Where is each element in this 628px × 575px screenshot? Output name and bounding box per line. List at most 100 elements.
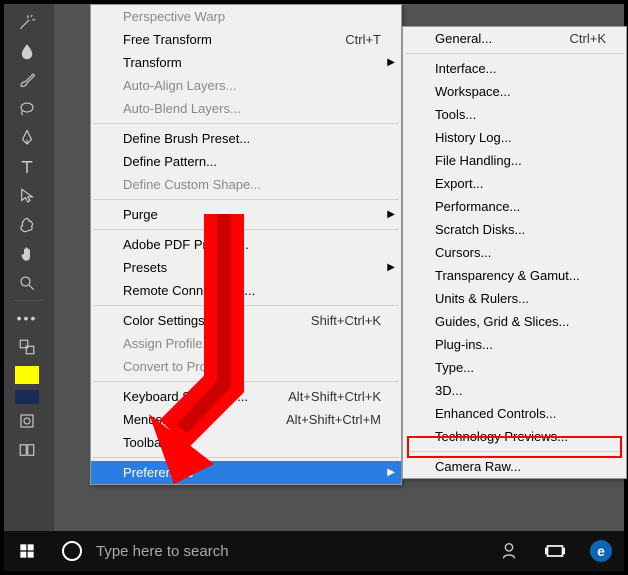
menu-item-workspace[interactable]: Workspace... bbox=[403, 80, 626, 103]
menu-label: Transparency & Gamut... bbox=[435, 268, 580, 283]
menu-separator bbox=[93, 199, 399, 200]
menu-label: Purge bbox=[123, 207, 158, 222]
menu-item-history-log[interactable]: History Log... bbox=[403, 126, 626, 149]
windows-taskbar: Type here to search e bbox=[4, 531, 624, 571]
ellipsis-icon[interactable]: ••• bbox=[14, 305, 40, 331]
blur-tool-icon[interactable] bbox=[14, 38, 40, 64]
zoom-tool-icon[interactable] bbox=[14, 270, 40, 296]
toolbar-separator bbox=[14, 300, 44, 301]
edit-menu: Perspective Warp Free TransformCtrl+T Tr… bbox=[90, 4, 402, 485]
menu-shortcut: Shift+Ctrl+K bbox=[311, 313, 381, 328]
menu-label: Plug-ins... bbox=[435, 337, 493, 352]
menu-label: 3D... bbox=[435, 383, 462, 398]
lasso-tool-icon[interactable] bbox=[14, 96, 40, 122]
path-select-tool-icon[interactable] bbox=[14, 183, 40, 209]
menu-item-define-pattern[interactable]: Define Pattern... bbox=[91, 150, 401, 173]
quickmask-icon[interactable] bbox=[14, 408, 40, 434]
menu-label: Enhanced Controls... bbox=[435, 406, 556, 421]
menu-item-convert-profile[interactable]: Convert to Profile... bbox=[91, 355, 401, 378]
menu-item-cursors[interactable]: Cursors... bbox=[403, 241, 626, 264]
menu-label: Technology Previews... bbox=[435, 429, 568, 444]
menu-label: Export... bbox=[435, 176, 483, 191]
menu-item-technology-previews[interactable]: Technology Previews... bbox=[403, 425, 626, 448]
menu-item-scratch-disks[interactable]: Scratch Disks... bbox=[403, 218, 626, 241]
menu-shortcut: Alt+Shift+Ctrl+K bbox=[288, 389, 381, 404]
menu-label: Convert to Profile... bbox=[123, 359, 234, 374]
taskbar-search[interactable]: Type here to search bbox=[50, 531, 400, 571]
text-tool-icon[interactable] bbox=[14, 154, 40, 180]
menu-item-define-shape[interactable]: Define Custom Shape... bbox=[91, 173, 401, 196]
menu-label: Perspective Warp bbox=[123, 9, 225, 24]
menu-item-general[interactable]: General...Ctrl+K bbox=[403, 27, 626, 50]
menu-item-remote-connections[interactable]: Remote Connections... bbox=[91, 279, 401, 302]
menu-label: Guides, Grid & Slices... bbox=[435, 314, 569, 329]
submenu-arrow-icon: ▶ bbox=[387, 57, 395, 68]
search-placeholder: Type here to search bbox=[96, 543, 229, 560]
menu-label: Keyboard Shortcuts... bbox=[123, 389, 248, 404]
menu-item-tools[interactable]: Tools... bbox=[403, 103, 626, 126]
menu-item-camera-raw[interactable]: Camera Raw... bbox=[403, 455, 626, 478]
menu-item-color-settings[interactable]: Color Settings...Shift+Ctrl+K bbox=[91, 309, 401, 332]
menu-item-export[interactable]: Export... bbox=[403, 172, 626, 195]
menu-item-type[interactable]: Type... bbox=[403, 356, 626, 379]
menu-item-free-transform[interactable]: Free TransformCtrl+T bbox=[91, 28, 401, 51]
swap-colors-icon[interactable] bbox=[14, 334, 40, 360]
menu-item-preferences[interactable]: Preferences ▶ bbox=[91, 461, 401, 484]
hand-tool-icon[interactable] bbox=[14, 241, 40, 267]
menu-label: Interface... bbox=[435, 61, 496, 76]
taskbar-app-icon[interactable] bbox=[486, 531, 532, 571]
menu-item-keyboard-shortcuts[interactable]: Keyboard Shortcuts... Alt+Shift+Ctrl+K bbox=[91, 385, 401, 408]
menu-label: Scratch Disks... bbox=[435, 222, 525, 237]
menu-item-assign-profile[interactable]: Assign Profile... bbox=[91, 332, 401, 355]
menu-item-auto-align[interactable]: Auto-Align Layers... bbox=[91, 74, 401, 97]
menu-item-perspective-warp[interactable]: Perspective Warp bbox=[91, 5, 401, 28]
menu-item-define-brush[interactable]: Define Brush Preset... bbox=[91, 127, 401, 150]
edge-browser-icon[interactable]: e bbox=[578, 531, 624, 571]
menu-label: Auto-Blend Layers... bbox=[123, 101, 241, 116]
menu-item-transparency[interactable]: Transparency & Gamut... bbox=[403, 264, 626, 287]
menu-item-units-rulers[interactable]: Units & Rulers... bbox=[403, 287, 626, 310]
menu-label: History Log... bbox=[435, 130, 512, 145]
menu-item-plugins[interactable]: Plug-ins... bbox=[403, 333, 626, 356]
menu-item-file-handling[interactable]: File Handling... bbox=[403, 149, 626, 172]
menu-label: Transform bbox=[123, 55, 182, 70]
menu-item-3d[interactable]: 3D... bbox=[403, 379, 626, 402]
menu-item-transform[interactable]: Transform ▶ bbox=[91, 51, 401, 74]
preferences-submenu: General...Ctrl+K Interface... Workspace.… bbox=[402, 26, 627, 479]
menu-item-guides-grid[interactable]: Guides, Grid & Slices... bbox=[403, 310, 626, 333]
menu-item-enhanced-controls[interactable]: Enhanced Controls... bbox=[403, 402, 626, 425]
menu-label: Tools... bbox=[435, 107, 476, 122]
menu-separator bbox=[93, 457, 399, 458]
background-swatch[interactable] bbox=[15, 390, 39, 404]
menu-label: Assign Profile... bbox=[123, 336, 213, 351]
menu-item-interface[interactable]: Interface... bbox=[403, 57, 626, 80]
menu-item-purge[interactable]: Purge▶ bbox=[91, 203, 401, 226]
task-view-icon[interactable] bbox=[532, 531, 578, 571]
menu-separator bbox=[93, 229, 399, 230]
menu-label: General... bbox=[435, 31, 492, 46]
menu-item-presets[interactable]: Presets▶ bbox=[91, 256, 401, 279]
menu-label: Type... bbox=[435, 360, 474, 375]
shape-tool-icon[interactable] bbox=[14, 212, 40, 238]
foreground-swatch[interactable] bbox=[15, 366, 39, 384]
pen-tool-icon[interactable] bbox=[14, 125, 40, 151]
menu-label: Define Custom Shape... bbox=[123, 177, 261, 192]
menu-separator bbox=[93, 305, 399, 306]
menu-label: Remote Connections... bbox=[123, 283, 255, 298]
wand-tool-icon[interactable] bbox=[14, 9, 40, 35]
menu-label: Units & Rulers... bbox=[435, 291, 529, 306]
screenmode-icon[interactable] bbox=[14, 437, 40, 463]
menu-item-auto-blend[interactable]: Auto-Blend Layers... bbox=[91, 97, 401, 120]
submenu-arrow-icon: ▶ bbox=[387, 467, 395, 478]
brush-tool-icon[interactable] bbox=[14, 67, 40, 93]
menu-label: Preferences bbox=[123, 465, 193, 480]
menu-item-toolbar[interactable]: Toolbar... bbox=[91, 431, 401, 454]
menu-separator bbox=[405, 451, 624, 452]
tools-toolbar: ••• bbox=[4, 4, 54, 531]
start-button[interactable] bbox=[4, 531, 50, 571]
menu-label: Define Brush Preset... bbox=[123, 131, 250, 146]
menu-item-pdf-presets[interactable]: Adobe PDF Presets... bbox=[91, 233, 401, 256]
menu-item-menus[interactable]: Menus...Alt+Shift+Ctrl+M bbox=[91, 408, 401, 431]
menu-item-performance[interactable]: Performance... bbox=[403, 195, 626, 218]
menu-label: Presets bbox=[123, 260, 167, 275]
